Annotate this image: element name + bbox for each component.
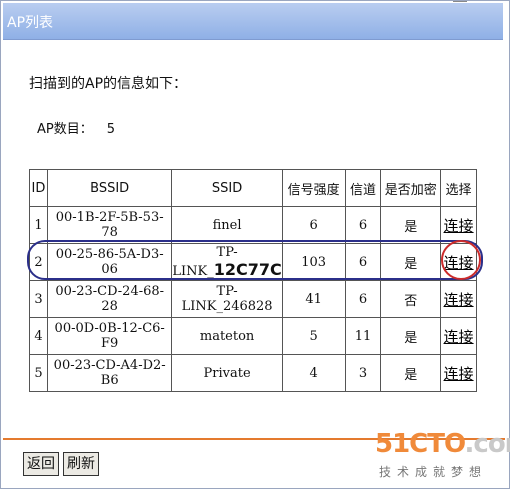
cell-select: 连接: [440, 206, 477, 244]
cell-select: 连接: [440, 354, 477, 392]
col-encrypted: 是否加密: [380, 169, 442, 207]
cell-id: 2: [29, 243, 48, 281]
table-row: 5 00-23-CD-A4-D2-B6 Private 4 3 是 连接: [29, 354, 477, 392]
connect-link[interactable]: 连接: [444, 365, 474, 383]
cell-select: 连接: [440, 317, 477, 355]
cell-encrypted: 是: [380, 243, 442, 281]
ap-count: AP数目： 5: [37, 118, 115, 137]
cell-id: 4: [29, 317, 48, 355]
cell-ssid: Private: [171, 354, 283, 392]
table-header-row: ID BSSID SSID 信号强度 信道 是否加密 选择: [29, 169, 477, 207]
cell-encrypted: 否: [380, 280, 442, 318]
back-button[interactable]: 返回: [23, 452, 59, 476]
connect-link[interactable]: 连接: [444, 328, 474, 346]
col-select: 选择: [440, 169, 477, 207]
window-title: AP列表: [7, 15, 54, 31]
watermark-brand-a: 51CTO: [375, 429, 466, 459]
cell-bssid: 00-23-CD-A4-D2-B6: [46, 354, 173, 392]
col-channel: 信道: [344, 169, 382, 207]
connect-link[interactable]: 连接: [444, 254, 474, 272]
cell-encrypted: 是: [380, 206, 442, 244]
cell-bssid: 00-0D-0B-12-C6-F9: [46, 317, 173, 355]
ap-table: ID BSSID SSID 信号强度 信道 是否加密 选择 1 00-1B-2F…: [29, 169, 477, 392]
scan-info-text: 扫描到的AP的信息如下：: [29, 76, 188, 92]
table-row: 4 00-0D-0B-12-C6-F9 mateton 5 11 是 连接: [29, 317, 477, 355]
cell-select: 连接: [440, 280, 477, 318]
watermark-logo: 51CTO.com: [375, 429, 510, 459]
col-bssid: BSSID: [46, 169, 173, 207]
ssid-overlay-text: 12C77C: [213, 260, 282, 279]
cell-channel: 11: [344, 317, 382, 355]
cell-channel: 6: [344, 243, 382, 281]
ap-count-value: 5: [106, 122, 116, 137]
cell-channel: 3: [344, 354, 382, 392]
cell-ssid: finel: [171, 206, 283, 244]
connect-link[interactable]: 连接: [444, 217, 474, 235]
cell-signal: 5: [281, 317, 346, 355]
ap-list-window: AP列表 扫描到的AP的信息如下： AP数目： 5 ID BSSID SSID 信…: [0, 0, 510, 489]
cell-id: 1: [29, 206, 48, 244]
cell-signal: 6: [281, 206, 346, 244]
watermark-brand-b: .com: [464, 429, 510, 459]
cell-encrypted: 是: [380, 354, 442, 392]
cell-ssid: TP-LINK_12C77C: [171, 243, 283, 281]
col-ssid: SSID: [171, 169, 283, 207]
connect-link[interactable]: 连接: [444, 291, 474, 309]
cell-bssid: 00-25-86-5A-D3-06: [46, 243, 173, 281]
cell-signal: 103: [281, 243, 346, 281]
table-row: 1 00-1B-2F-5B-53-78 finel 6 6 是 连接: [29, 206, 477, 244]
col-signal: 信号强度: [281, 169, 346, 207]
cell-encrypted: 是: [380, 317, 442, 355]
cell-signal: 4: [281, 354, 346, 392]
cell-ssid: mateton: [171, 317, 283, 355]
cell-ssid: TP-LINK_246828: [171, 280, 283, 318]
col-id: ID: [29, 169, 48, 207]
cell-bssid: 00-1B-2F-5B-53-78: [46, 206, 173, 244]
cell-signal: 41: [281, 280, 346, 318]
cell-channel: 6: [344, 206, 382, 244]
table-row: 3 00-23-CD-24-68-28 TP-LINK_246828 41 6 …: [29, 280, 477, 318]
refresh-button[interactable]: 刷新: [63, 452, 99, 476]
cell-channel: 6: [344, 280, 382, 318]
table-row: 2 00-25-86-5A-D3-06 TP-LINK_12C77C 103 6…: [29, 243, 477, 281]
cell-bssid: 00-23-CD-24-68-28: [46, 280, 173, 318]
cell-id: 5: [29, 354, 48, 392]
cell-id: 3: [29, 280, 48, 318]
watermark-tagline: 技术成就梦想: [379, 465, 488, 479]
title-bar: AP列表: [3, 3, 503, 40]
ap-count-label: AP数目：: [37, 122, 93, 137]
cell-select: 连接: [440, 243, 477, 281]
